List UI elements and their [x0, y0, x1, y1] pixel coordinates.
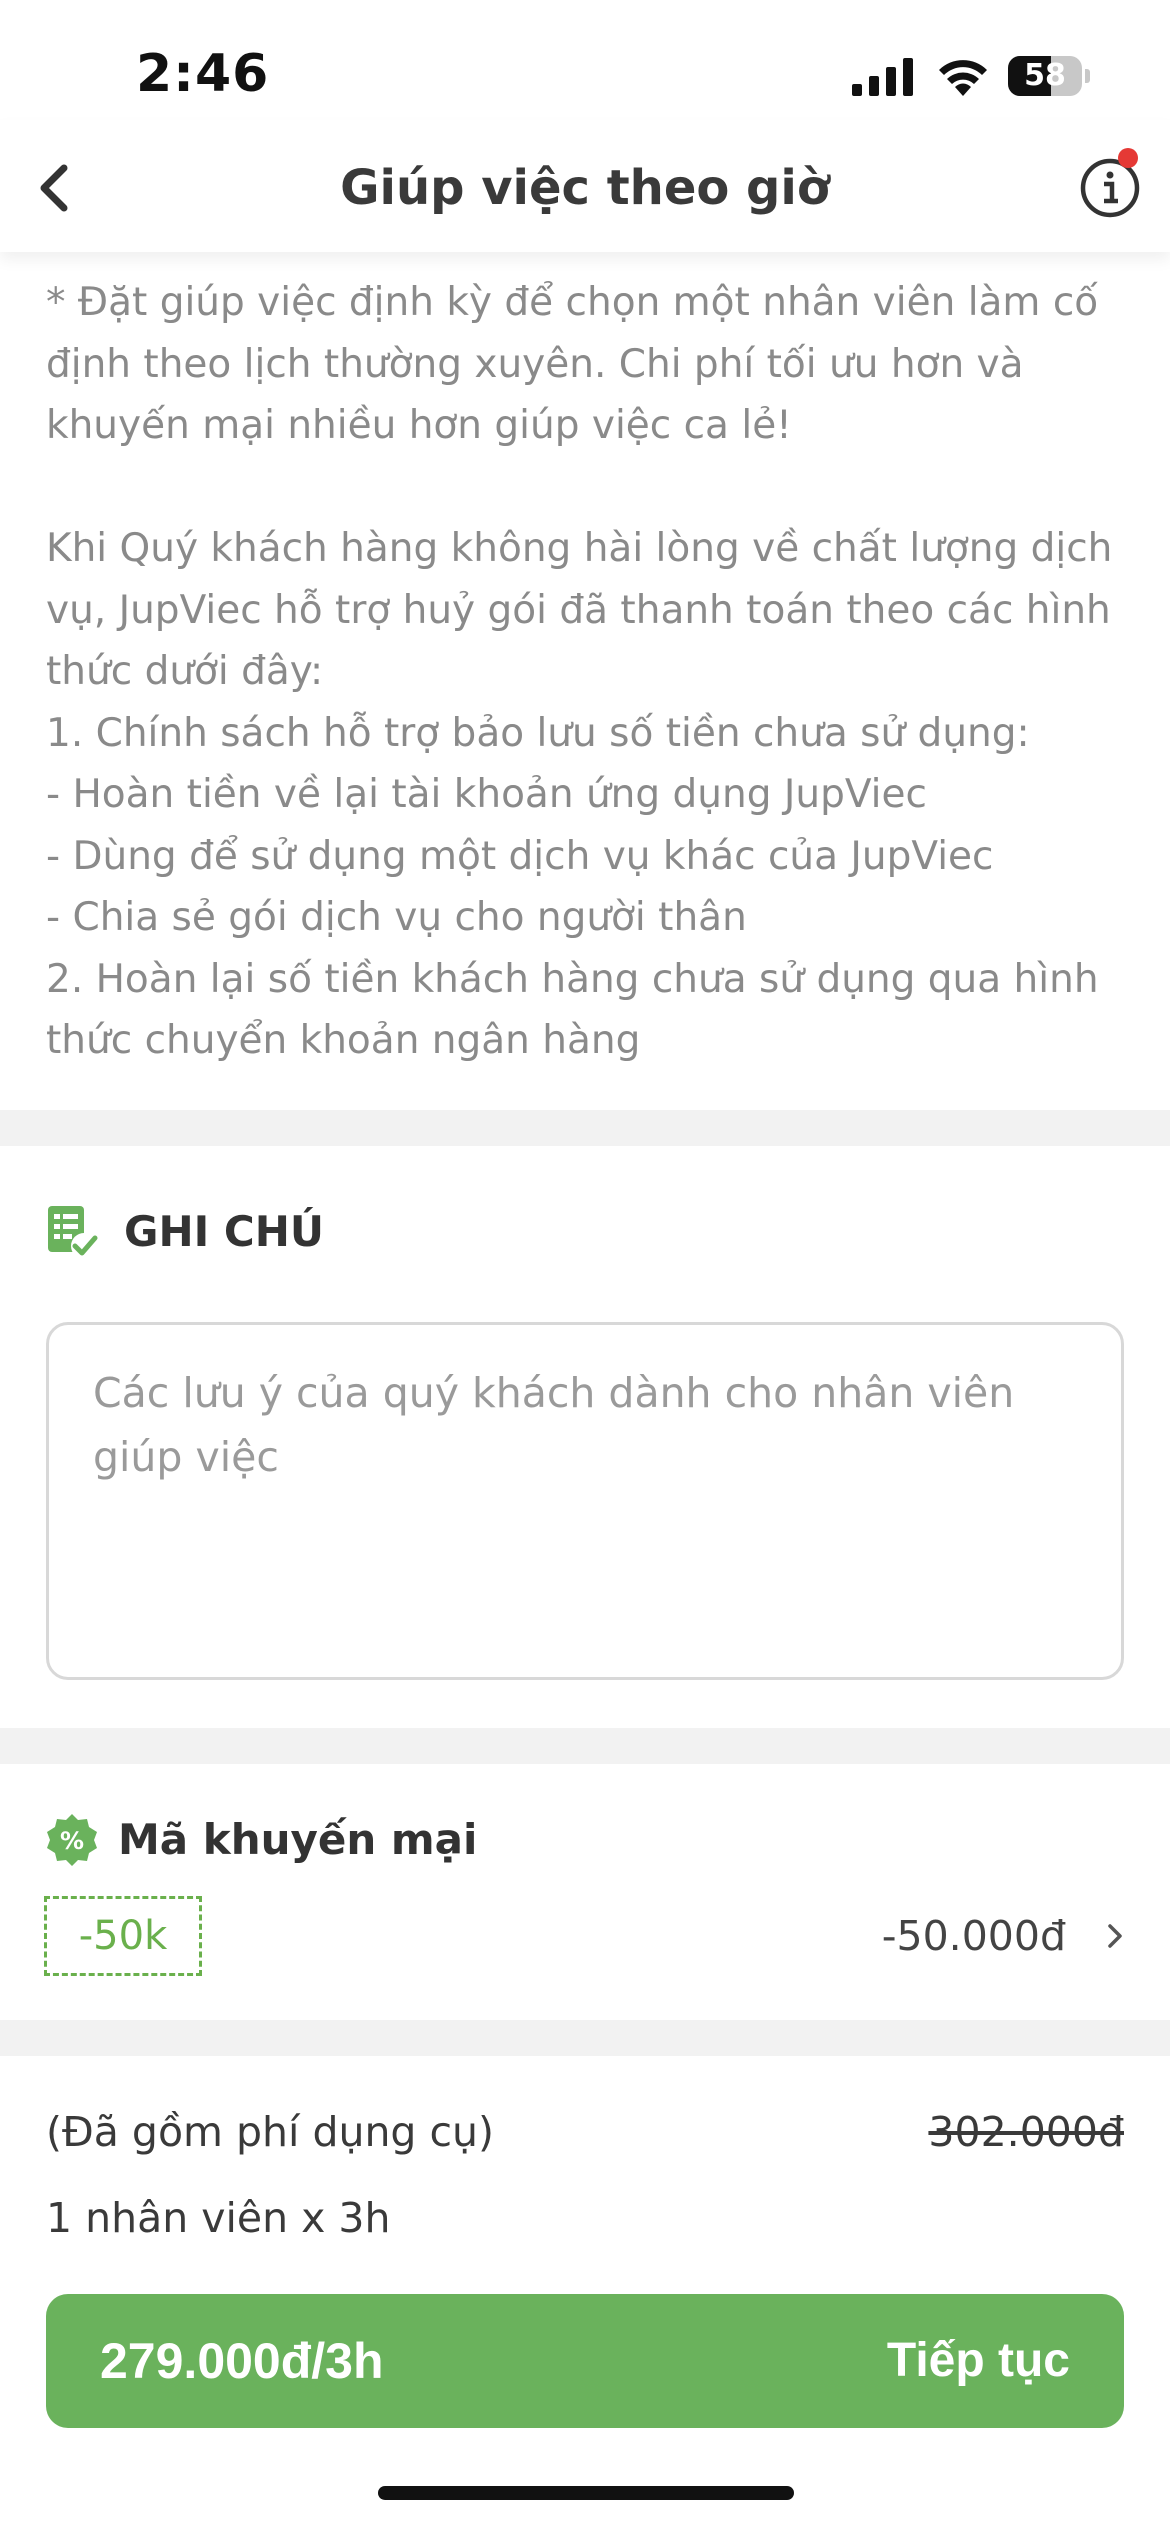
note-field-container [46, 1322, 1124, 1680]
chevron-right-icon[interactable] [1100, 1916, 1130, 1956]
battery-percentage: 58 [1024, 58, 1066, 93]
promo-section-title: Mã khuyến mại [118, 1815, 478, 1864]
section-divider [0, 1110, 1170, 1146]
wifi-icon [939, 60, 987, 96]
section-divider [0, 2020, 1170, 2056]
policy-text: * Đặt giúp việc định kỳ để chọn một nhân… [46, 280, 1113, 1063]
section-divider [0, 1728, 1170, 1764]
total-price: 279.000đ/3h [100, 2333, 384, 2389]
nav-header: Giúp việc theo giờ [0, 120, 1170, 252]
info-button[interactable] [1074, 138, 1164, 238]
note-section-title: GHI CHÚ [124, 1207, 324, 1256]
continue-button[interactable]: 279.000đ/3h Tiếp tục [46, 2294, 1124, 2428]
notification-dot [1118, 148, 1138, 168]
promo-code-tag[interactable]: -50k [44, 1896, 202, 1976]
note-input[interactable] [93, 1361, 1077, 1641]
original-price: 302.000đ [928, 2108, 1124, 2156]
continue-label: Tiếp tục [886, 2334, 1070, 2387]
worker-summary: 1 nhân viên x 3h [46, 2194, 391, 2242]
battery-icon: 58 [1008, 56, 1090, 96]
status-bar: 2:46 58 [0, 0, 1170, 140]
promo-discount-value[interactable]: -50.000đ [882, 1904, 1066, 1968]
percent-badge-icon: % [47, 1814, 97, 1866]
status-time: 2:46 [136, 44, 270, 104]
cellular-signal-icon [852, 58, 913, 96]
note-check-icon [48, 1206, 98, 1259]
home-indicator [378, 2486, 794, 2500]
page-title: Giúp việc theo giờ [340, 160, 830, 216]
svg-text:%: % [60, 1827, 84, 1855]
fee-note: (Đã gồm phí dụng cụ) [46, 2108, 495, 2156]
